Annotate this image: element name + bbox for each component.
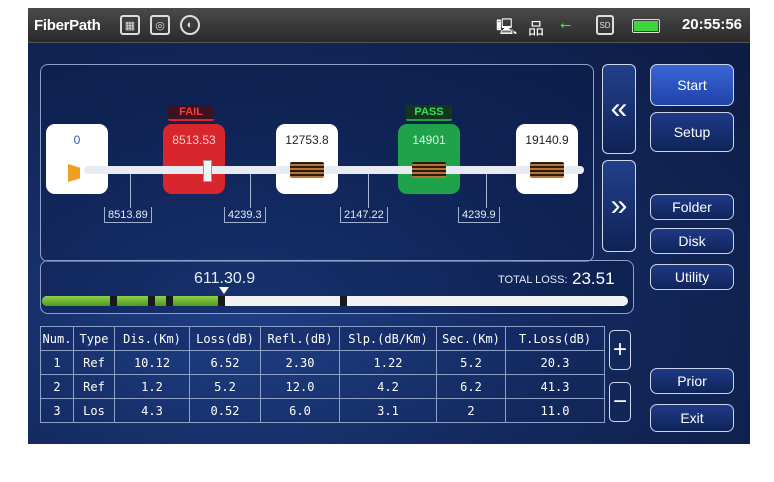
- pass-badge: PASS: [406, 105, 452, 121]
- fiber-position-bar[interactable]: [42, 296, 628, 306]
- cell: 5.2: [189, 374, 261, 399]
- total-loss-value: 23.51: [572, 269, 615, 288]
- computer-icon: 🖳: [496, 19, 518, 36]
- connector-icon: [290, 162, 324, 178]
- cell: 1.22: [339, 350, 437, 375]
- event-node[interactable]: 0: [46, 124, 108, 194]
- disk-button[interactable]: Disk: [650, 228, 734, 254]
- fail-badge: FAIL: [168, 105, 214, 121]
- plus-icon: +: [612, 336, 627, 363]
- cell: 2: [40, 374, 74, 399]
- launch-connector-icon: [68, 164, 80, 182]
- sd-card-icon: SD: [596, 15, 614, 35]
- add-event-button[interactable]: +: [609, 330, 631, 370]
- app-title: FiberPath: [34, 17, 101, 34]
- cell: 20.3: [505, 350, 605, 375]
- utility-button[interactable]: Utility: [650, 264, 734, 290]
- cell: 4.3: [114, 398, 190, 423]
- table-row[interactable]: 3 Los 4.3 0.52 6.0 3.1 2 11.0: [40, 398, 605, 423]
- exit-button[interactable]: Exit: [650, 404, 734, 432]
- minus-icon: −: [612, 388, 627, 415]
- event-mark: [110, 296, 117, 306]
- event-table: Num. Type Dis.(Km) Loss(dB) Refl.(dB) Sl…: [40, 326, 605, 423]
- cell: 41.3: [505, 374, 605, 399]
- keyboard-icon[interactable]: ▦: [120, 15, 140, 35]
- segment-tick: [130, 174, 131, 208]
- segment-length: 4239.3: [224, 207, 266, 223]
- start-button[interactable]: Start: [650, 64, 734, 106]
- folder-button[interactable]: Folder: [650, 194, 734, 220]
- cursor-position: 611.30.9: [194, 270, 256, 287]
- event-mark: [340, 296, 347, 306]
- connector-icon: [412, 162, 446, 178]
- cell: 11.0: [505, 398, 605, 423]
- splice-marker: [203, 160, 212, 182]
- event-mark: [218, 296, 225, 306]
- segment-length: 2147.22: [340, 207, 388, 223]
- column-header: Num.: [40, 326, 74, 351]
- contrast-icon[interactable]: ◐: [180, 15, 200, 35]
- usb-icon: ⭠: [560, 16, 572, 32]
- clock: 20:55:56: [681, 16, 742, 33]
- double-chevron-left-icon: «: [610, 92, 628, 125]
- column-header: Loss(dB): [189, 326, 261, 351]
- cursor-pointer-icon: [219, 287, 229, 294]
- event-node[interactable]: 19140.9: [516, 124, 578, 194]
- cell: 3.1: [339, 398, 437, 423]
- column-header: Type: [73, 326, 115, 351]
- column-header: Refl.(dB): [260, 326, 340, 351]
- event-mark: [148, 296, 155, 306]
- cell: 4.2: [339, 374, 437, 399]
- cell: 6.2: [436, 374, 506, 399]
- cell: 6.52: [189, 350, 261, 375]
- event-node[interactable]: 12753.8: [276, 124, 338, 194]
- column-header: Sec.(Km): [436, 326, 506, 351]
- cell: Ref: [73, 350, 115, 375]
- progress-fill: [42, 296, 222, 306]
- network-icon: 品: [528, 21, 545, 38]
- segment-tick: [368, 174, 369, 208]
- cell: 2: [436, 398, 506, 423]
- prior-button[interactable]: Prior: [650, 368, 734, 394]
- total-loss-label: TOTAL LOSS:: [498, 274, 568, 286]
- fiber-line-overlay: [84, 166, 584, 174]
- column-header: T.Loss(dB): [505, 326, 605, 351]
- cell: Ref: [73, 374, 115, 399]
- column-header: Slp.(dB/Km): [339, 326, 437, 351]
- cell: 12.0: [260, 374, 340, 399]
- status-bar: FiberPath ▦ ◎ ◐ 🖳 品 ⭠ SD 20:55:56: [28, 8, 750, 43]
- cell: 10.12: [114, 350, 190, 375]
- cell: 3: [40, 398, 74, 423]
- cell: 6.0: [260, 398, 340, 423]
- segment-tick: [486, 174, 487, 208]
- cell: 5.2: [436, 350, 506, 375]
- event-node-pass[interactable]: 14901: [398, 124, 460, 194]
- next-event-button[interactable]: »: [602, 160, 636, 252]
- cell: 1.2: [114, 374, 190, 399]
- battery-icon: [632, 19, 660, 33]
- cell: Los: [73, 398, 115, 423]
- segment-length: 4239.9: [458, 207, 500, 223]
- segment-length: 8513.89: [104, 207, 152, 223]
- cell: 1: [40, 350, 74, 375]
- remove-event-button[interactable]: −: [609, 382, 631, 422]
- segment-tick: [250, 174, 251, 208]
- table-header-row: Num. Type Dis.(Km) Loss(dB) Refl.(dB) Sl…: [40, 326, 605, 351]
- screen-capture-icon[interactable]: ◎: [150, 15, 170, 35]
- table-row[interactable]: 2 Ref 1.2 5.2 12.0 4.2 6.2 41.3: [40, 374, 605, 399]
- setup-button[interactable]: Setup: [650, 112, 734, 152]
- cell: 0.52: [189, 398, 261, 423]
- table-row[interactable]: 1 Ref 10.12 6.52 2.30 1.22 5.2 20.3: [40, 350, 605, 375]
- event-node-fail[interactable]: 8513.53: [163, 124, 225, 194]
- previous-event-button[interactable]: «: [602, 64, 636, 154]
- cell: 2.30: [260, 350, 340, 375]
- device-screen: FiberPath ▦ ◎ ◐ 🖳 品 ⭠ SD 20:55:56 FAIL P…: [28, 8, 750, 444]
- event-mark: [166, 296, 173, 306]
- column-header: Dis.(Km): [114, 326, 190, 351]
- double-chevron-right-icon: »: [610, 189, 628, 222]
- connector-icon: [530, 162, 564, 178]
